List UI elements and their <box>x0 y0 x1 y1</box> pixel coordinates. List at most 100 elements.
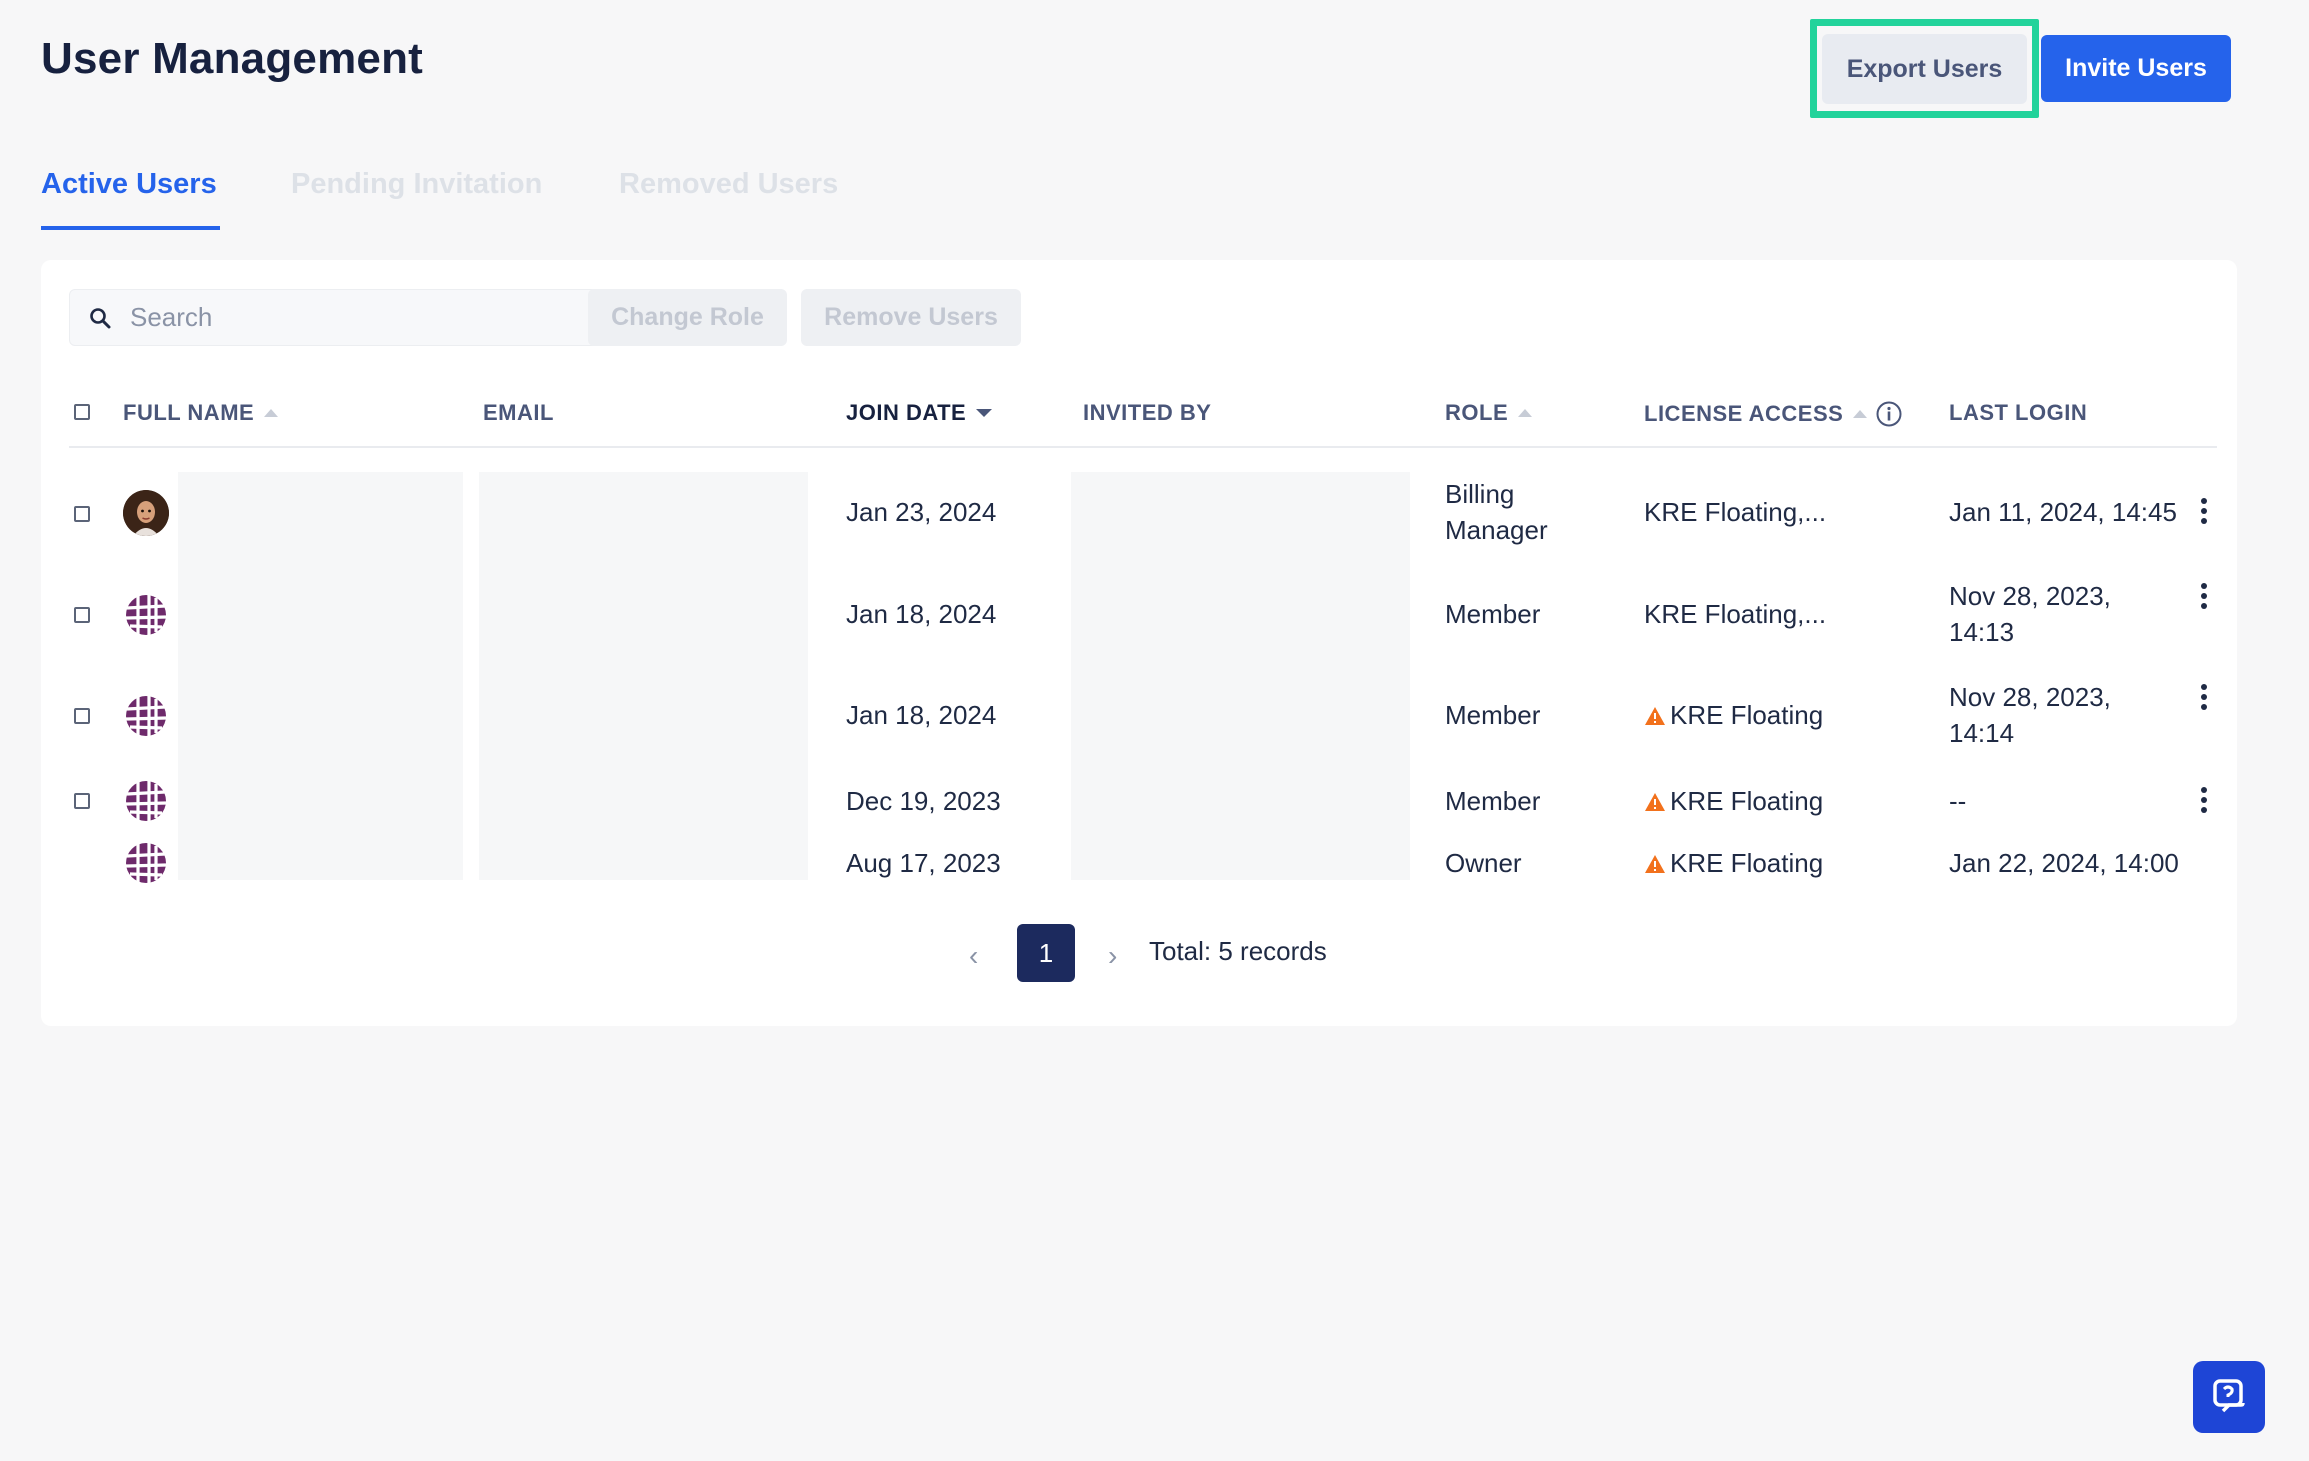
last-login: Nov 28, 2023, 14:14 <box>1949 679 2111 751</box>
last-login: Jan 22, 2024, 14:00 <box>1949 848 2179 878</box>
avatar <box>123 840 169 886</box>
license-text: KRE Floating <box>1670 700 1824 730</box>
row-menu-button[interactable] <box>2194 787 2214 815</box>
last-login: -- <box>1949 786 1967 816</box>
row-checkbox[interactable] <box>74 607 90 623</box>
table-row[interactable]: Jan 23, 2024 Billing Manager KRE Floatin… <box>41 472 2237 554</box>
last-login: Jan 11, 2024, 14:45 <box>1949 497 2177 527</box>
table-row[interactable]: Jan 18, 2024 Member KRE Floating Nov 28,… <box>41 673 2237 755</box>
row-menu-button[interactable] <box>2194 498 2214 526</box>
role-line: Manager <box>1445 515 1548 545</box>
join-date: Jan 18, 2024 <box>846 700 997 730</box>
more-icon-dot <box>2201 498 2207 504</box>
join-date: Jan 18, 2024 <box>846 599 997 629</box>
last-login-line: Nov 28, 2023, <box>1949 581 2111 611</box>
current-page-button[interactable]: 1 <box>1017 924 1075 982</box>
join-date: Aug 17, 2023 <box>846 848 1001 878</box>
row-checkbox[interactable] <box>74 708 90 724</box>
invite-users-button[interactable]: Invite Users <box>2041 35 2231 102</box>
users-card: Change Role Remove Users FULL NAME EMAIL… <box>41 260 2237 1026</box>
sort-icon <box>1853 410 1868 418</box>
globe-icon <box>125 595 167 635</box>
row-menu-button[interactable] <box>2194 684 2214 712</box>
license-access: KRE Floating,... <box>1644 497 1827 527</box>
role-line: Billing <box>1445 479 1515 509</box>
search-input[interactable] <box>128 301 572 334</box>
more-icon-dot <box>2201 518 2207 524</box>
role: Member <box>1445 786 1541 816</box>
column-full-name[interactable]: FULL NAME <box>123 400 279 426</box>
sort-icon <box>1518 409 1533 417</box>
more-icon-dot <box>2201 694 2207 700</box>
previous-page-icon[interactable]: ‹ <box>969 940 978 972</box>
tab-active-underline <box>41 226 220 230</box>
search-icon <box>90 307 111 328</box>
table-row[interactable]: Aug 17, 2023 Owner KRE Floating Jan 22, … <box>41 834 2237 884</box>
role: Owner <box>1445 848 1522 878</box>
sort-icon <box>264 409 279 417</box>
next-page-icon[interactable]: › <box>1108 940 1117 972</box>
more-icon-dot <box>2201 603 2207 609</box>
change-role-button[interactable]: Change Role <box>588 289 787 346</box>
avatar <box>123 778 169 824</box>
license-text: KRE Floating <box>1670 786 1824 816</box>
column-invited-by: INVITED BY <box>1083 400 1211 426</box>
license-access: KRE Floating,... <box>1644 599 1827 629</box>
globe-icon <box>125 843 167 883</box>
page-title: User Management <box>41 34 424 83</box>
row-menu-button[interactable] <box>2194 583 2214 611</box>
role: Member <box>1445 599 1541 629</box>
row-checkbox[interactable] <box>74 506 90 522</box>
select-all-checkbox[interactable] <box>74 404 90 420</box>
column-last-login: LAST LOGIN <box>1949 400 2087 426</box>
table-row[interactable]: Jan 18, 2024 Member KRE Floating,... Nov… <box>41 572 2237 654</box>
export-users-button[interactable]: Export Users <box>1822 34 2027 104</box>
more-icon-dot <box>2201 704 2207 710</box>
last-login-line: 14:13 <box>1949 617 2015 647</box>
avatar <box>123 693 169 739</box>
globe-icon <box>125 696 167 736</box>
row-checkbox[interactable] <box>74 793 90 809</box>
table-row[interactable]: Dec 19, 2023 Member KRE Floating -- <box>41 764 2237 834</box>
more-icon-dot <box>2201 508 2207 514</box>
tab-pending-invitation[interactable]: Pending Invitation <box>291 168 542 201</box>
avatar <box>123 490 169 536</box>
more-icon-dot <box>2201 583 2207 589</box>
info-icon[interactable] <box>1875 400 1903 428</box>
help-chat-button[interactable] <box>2193 1361 2265 1433</box>
more-icon-dot <box>2201 787 2207 793</box>
person-avatar-image <box>123 490 169 536</box>
column-join-date-label: JOIN DATE <box>846 400 967 425</box>
join-date: Jan 23, 2024 <box>846 497 997 527</box>
license-access: KRE Floating <box>1644 845 1823 881</box>
column-license-access-label: LICENSE ACCESS <box>1644 401 1844 426</box>
license-access: KRE Floating <box>1644 783 1823 819</box>
sort-down-icon <box>976 409 993 417</box>
pagination: ‹ 1 › Total: 5 records <box>41 924 2237 984</box>
column-role-label: ROLE <box>1445 400 1509 425</box>
tab-active-users[interactable]: Active Users <box>41 168 217 201</box>
column-full-name-label: FULL NAME <box>123 400 255 425</box>
column-role[interactable]: ROLE <box>1445 400 1533 426</box>
tab-removed-users[interactable]: Removed Users <box>619 168 838 201</box>
license-text: KRE Floating <box>1670 848 1824 878</box>
remove-users-button[interactable]: Remove Users <box>801 289 1021 346</box>
tab-bar: Active Users Pending Invitation Removed … <box>41 168 941 232</box>
warning-icon <box>1645 855 1665 873</box>
last-login-line: 14:14 <box>1949 718 2015 748</box>
column-invited-by-label: INVITED BY <box>1083 400 1212 425</box>
column-email: EMAIL <box>483 400 554 426</box>
role: Billing Manager <box>1445 476 1548 548</box>
column-license-access[interactable]: LICENSE ACCESS <box>1644 400 1903 428</box>
last-login-line: Nov 28, 2023, <box>1949 682 2111 712</box>
total-records: Total: 5 records <box>1149 936 1327 966</box>
avatar <box>123 592 169 638</box>
column-join-date[interactable]: JOIN DATE <box>846 400 993 426</box>
table-header: FULL NAME EMAIL JOIN DATE INVITED BY ROL… <box>41 378 2237 448</box>
search-box <box>69 289 615 346</box>
header-divider <box>69 446 2217 448</box>
more-icon-dot <box>2201 593 2207 599</box>
more-icon-dot <box>2201 797 2207 803</box>
warning-icon <box>1645 793 1665 811</box>
role: Member <box>1445 700 1541 730</box>
